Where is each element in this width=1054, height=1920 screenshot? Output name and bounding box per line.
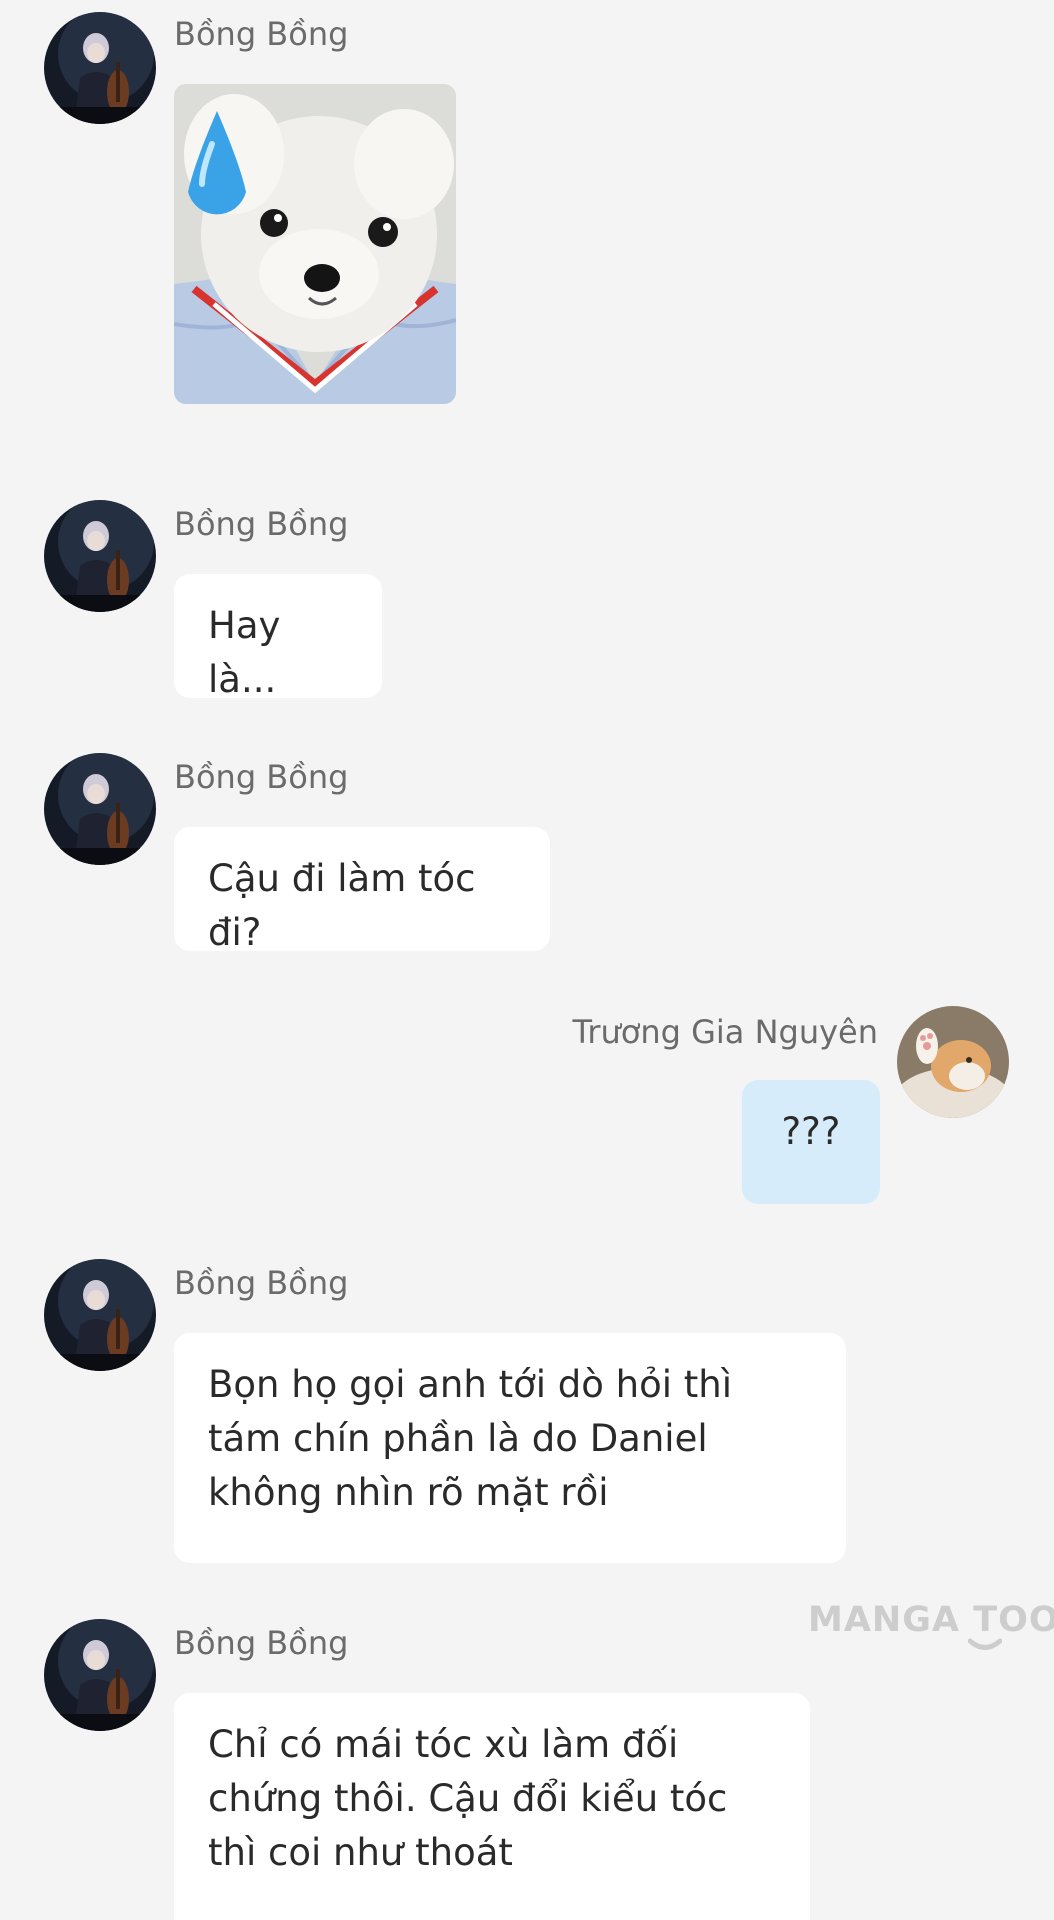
smile-icon bbox=[968, 1638, 1002, 1650]
watermark-text: MANGA TOON bbox=[808, 1600, 1054, 1640]
message-bubble[interactable]: Chỉ có mái tóc xù làm đối chứng thôi. Cậ… bbox=[174, 1693, 810, 1920]
message-bubble[interactable]: Bọn họ gọi anh tới dò hỏi thì tám chín p… bbox=[174, 1333, 846, 1563]
avatar-bong-bong[interactable] bbox=[44, 753, 156, 865]
mangatoon-watermark: MANGA TOON bbox=[808, 1600, 1054, 1650]
avatar-truong-gia-nguyen[interactable] bbox=[897, 1006, 1009, 1118]
sender-name: Bồng Bồng bbox=[174, 15, 349, 53]
message-bubble-self[interactable]: ??? bbox=[742, 1080, 880, 1204]
message-bubble[interactable]: Cậu đi làm tóc đi? bbox=[174, 827, 550, 954]
sender-name: Bồng Bồng bbox=[174, 1264, 349, 1302]
puppy-sweat-sticker[interactable] bbox=[174, 84, 456, 404]
sender-name: Trương Gia Nguyên bbox=[572, 1013, 878, 1051]
avatar-bong-bong[interactable] bbox=[44, 500, 156, 612]
avatar-bong-bong[interactable] bbox=[44, 12, 156, 124]
message-bubble[interactable]: Hay là... bbox=[174, 574, 382, 701]
avatar-bong-bong[interactable] bbox=[44, 1259, 156, 1371]
sender-name: Bồng Bồng bbox=[174, 1624, 349, 1662]
sender-name: Bồng Bồng bbox=[174, 758, 349, 796]
avatar-bong-bong[interactable] bbox=[44, 1619, 156, 1731]
sender-name: Bồng Bồng bbox=[174, 505, 349, 543]
